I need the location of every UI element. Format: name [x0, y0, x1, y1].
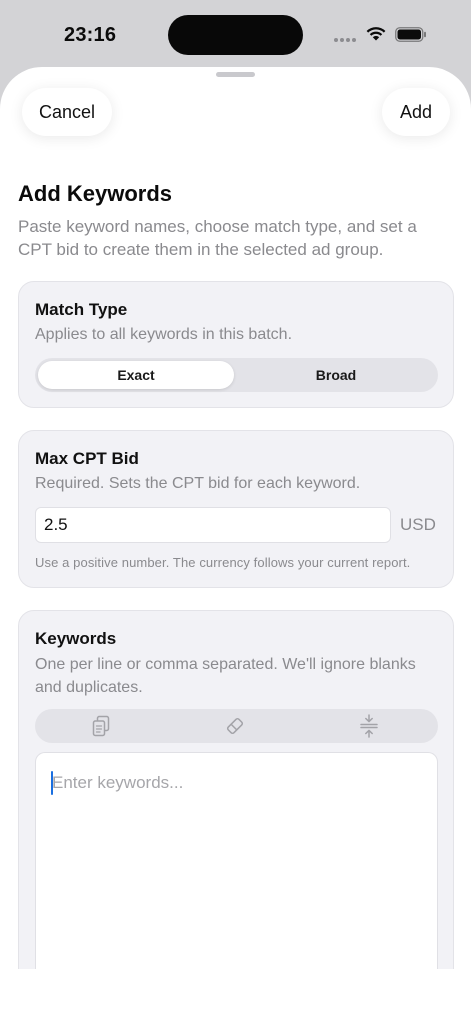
page-title: Add Keywords [18, 181, 173, 206]
keywords-title: Keywords [35, 629, 117, 648]
max-cpt-bid-description: Required. Sets the CPT bid for each keyw… [35, 475, 361, 492]
screen: 23:16 Cancel Add Add Keywords Paste keyw… [0, 0, 471, 1024]
max-cpt-bid-input[interactable] [35, 507, 391, 543]
match-type-description: Applies to all keywords in this batch. [35, 326, 293, 343]
eraser-icon [226, 717, 244, 735]
cancel-button[interactable]: Cancel [22, 88, 112, 136]
page-subtitle: Paste keyword names, choose match type, … [18, 217, 417, 259]
add-keywords-sheet: Cancel Add Add Keywords Paste keyword na… [0, 67, 471, 1024]
keywords-toolbar [35, 709, 438, 743]
clear-button[interactable] [222, 714, 248, 738]
sheet-bottom [0, 969, 471, 1024]
dedupe-button[interactable] [356, 714, 382, 738]
wifi-icon [366, 27, 386, 41]
match-type-card: Match Type Applies to all keywords in th… [18, 281, 454, 408]
paste-icon [92, 715, 110, 737]
match-type-title: Match Type [35, 300, 128, 319]
match-type-segmented-control: Exact Broad [35, 358, 438, 392]
keywords-description: One per line or comma separated. We'll i… [35, 656, 416, 696]
dynamic-island [168, 15, 303, 55]
cellular-signal-icon [334, 38, 358, 44]
max-cpt-bid-title: Max CPT Bid [35, 449, 139, 468]
segment-broad[interactable]: Broad [236, 361, 436, 389]
status-time: 23:16 [64, 24, 117, 46]
add-button[interactable]: Add [382, 88, 450, 136]
dedupe-icon [360, 714, 378, 738]
keywords-card: Keywords One per line or comma separated… [18, 610, 454, 1024]
currency-label: USD [400, 515, 436, 534]
paste-button[interactable] [88, 714, 114, 738]
battery-icon [395, 27, 426, 42]
max-cpt-bid-card: Max CPT Bid Required. Sets the CPT bid f… [18, 430, 454, 588]
sheet-grabber[interactable] [216, 72, 255, 77]
segment-exact[interactable]: Exact [38, 361, 234, 389]
status-bar: 23:16 [0, 0, 471, 66]
keywords-placeholder: Enter keywords... [52, 773, 184, 792]
max-cpt-bid-hint: Use a positive number. The currency foll… [35, 555, 411, 570]
